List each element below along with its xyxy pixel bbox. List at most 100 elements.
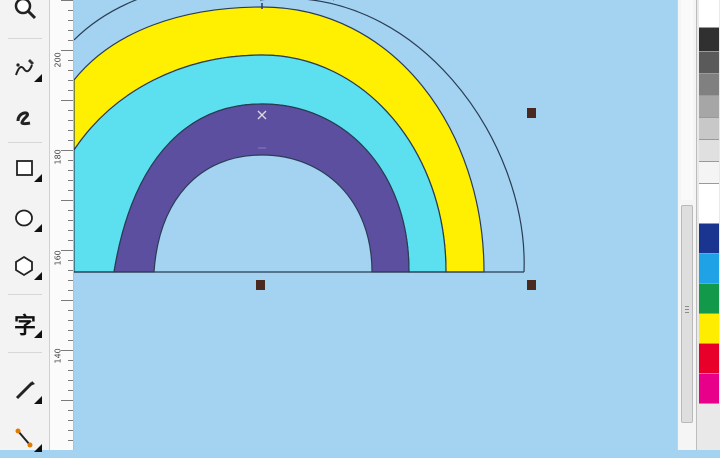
ruler-tick	[68, 110, 73, 111]
color-swatch[interactable]	[699, 374, 719, 404]
flyout-indicator	[34, 444, 42, 452]
ruler-tick	[61, 50, 73, 51]
color-swatch[interactable]	[699, 224, 719, 254]
color-swatch[interactable]	[699, 74, 719, 96]
vertical-scrollbar[interactable]	[677, 0, 696, 450]
ruler-tick	[61, 150, 73, 151]
magnifier-icon	[14, 0, 37, 20]
ruler-tick	[68, 90, 73, 91]
ruler-label: 140	[53, 348, 63, 364]
scrollbar-track[interactable]	[681, 0, 693, 200]
ruler-tick	[68, 420, 73, 421]
canvas-drawing	[74, 0, 536, 290]
ruler-tick	[68, 260, 73, 261]
ruler-tick	[68, 340, 73, 341]
ruler-tick	[68, 410, 73, 411]
text-tool[interactable]: 字	[6, 304, 44, 344]
ruler-tick	[68, 290, 73, 291]
ruler-tick	[68, 430, 73, 431]
color-swatch[interactable]	[699, 140, 719, 162]
ruler-tick	[68, 380, 73, 381]
ruler-label: 200	[53, 52, 63, 68]
smart-curve-icon	[16, 111, 31, 126]
toolbox-separator	[8, 294, 42, 295]
ruler-tick	[68, 330, 73, 331]
polygon-tool[interactable]	[6, 246, 44, 286]
flyout-indicator	[34, 272, 42, 280]
ruler-tick	[61, 350, 73, 351]
color-palette	[696, 0, 720, 450]
ruler-tick	[68, 20, 73, 21]
scrollbar-thumb[interactable]	[681, 205, 693, 423]
toolbox-separator	[8, 352, 42, 353]
color-swatch[interactable]	[699, 96, 719, 118]
ruler-tick	[68, 80, 73, 81]
ruler-label: 160	[53, 250, 63, 266]
ruler-tick	[68, 140, 73, 141]
color-swatch[interactable]	[699, 162, 719, 184]
ruler-tick	[68, 130, 73, 131]
color-swatch[interactable]	[699, 52, 719, 74]
scrollbar-grip	[685, 309, 689, 310]
ruler-tick	[61, 0, 73, 1]
flyout-indicator	[34, 330, 42, 338]
toolbox-separator	[8, 142, 42, 143]
color-swatch[interactable]	[699, 28, 719, 52]
color-swatch[interactable]	[699, 344, 719, 374]
color-swatch[interactable]	[699, 118, 719, 140]
color-swatch[interactable]	[699, 284, 719, 314]
scrollbar-grip	[685, 306, 689, 307]
flyout-indicator	[34, 224, 42, 232]
freehand-tool[interactable]	[6, 48, 44, 88]
ruler-tick	[61, 300, 73, 301]
ruler-label: 180	[53, 149, 63, 165]
color-swatch[interactable]	[699, 254, 719, 284]
ellipse-tool[interactable]	[6, 198, 44, 238]
smart-drawing-tool[interactable]	[6, 96, 44, 136]
ruler-tick	[68, 170, 73, 171]
selection-handle[interactable]	[527, 280, 536, 290]
ruler-tick	[61, 250, 73, 251]
dimension-tool[interactable]	[6, 370, 44, 410]
flyout-indicator	[34, 74, 42, 82]
ruler-tick	[68, 210, 73, 211]
color-swatch[interactable]	[699, 0, 719, 28]
ruler-tick	[68, 440, 73, 441]
color-swatch[interactable]	[699, 314, 719, 344]
ruler-tick	[68, 180, 73, 181]
toolbox: 字	[0, 0, 50, 452]
toolbox-separator	[8, 38, 42, 39]
ruler-tick	[68, 190, 73, 191]
ruler-tick	[68, 120, 73, 121]
color-swatch[interactable]	[699, 184, 719, 224]
selection-handle[interactable]	[256, 280, 265, 290]
ruler-tick	[68, 10, 73, 11]
zoom-tool[interactable]	[6, 0, 44, 28]
ruler-tick	[68, 370, 73, 371]
ruler-tick	[68, 280, 73, 281]
ruler-tick	[61, 100, 73, 101]
ruler-tick	[68, 320, 73, 321]
text-icon: 字	[13, 313, 36, 339]
scrollbar-grip	[685, 312, 689, 313]
ruler-tick	[68, 30, 73, 31]
ruler-tick	[68, 40, 73, 41]
ruler-tick	[68, 390, 73, 391]
rectangle-tool[interactable]	[6, 148, 44, 188]
ruler-tick	[68, 360, 73, 361]
ruler-tick	[68, 230, 73, 231]
vertical-ruler: 200 180 160 140	[50, 0, 74, 450]
selection-handle[interactable]	[527, 108, 536, 118]
connector-tool[interactable]	[6, 418, 44, 458]
ruler-tick	[68, 160, 73, 161]
ruler-tick	[68, 70, 73, 71]
ruler-tick	[68, 310, 73, 311]
flyout-indicator	[34, 396, 42, 404]
ruler-tick	[68, 270, 73, 271]
ruler-tick	[61, 200, 73, 201]
ruler-tick	[68, 60, 73, 61]
ruler-tick	[68, 240, 73, 241]
drawing-canvas[interactable]	[74, 0, 677, 450]
ruler-tick	[68, 220, 73, 221]
ruler-tick	[61, 400, 73, 401]
